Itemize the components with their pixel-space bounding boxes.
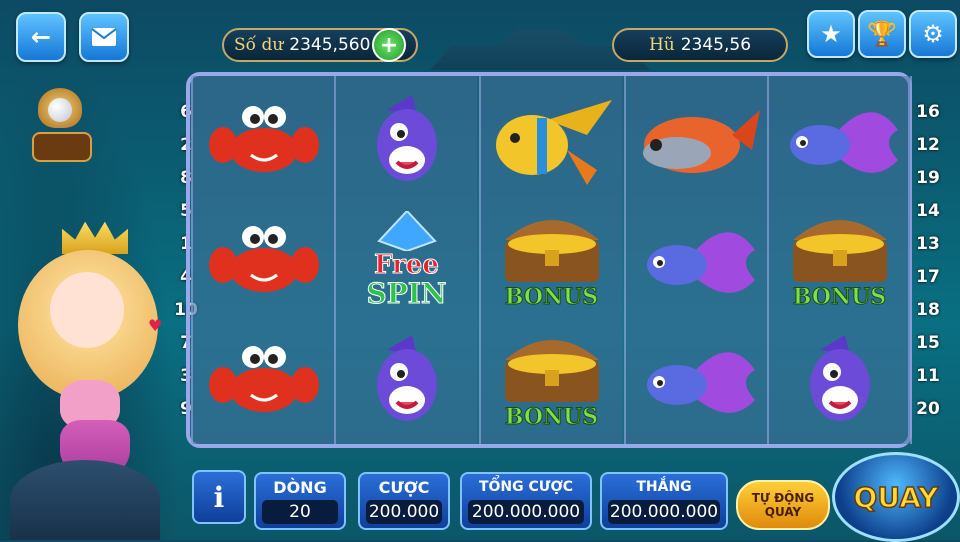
betta-fish-icon (789, 112, 898, 173)
free-label: Free (374, 250, 440, 280)
mail-icon (91, 28, 117, 46)
betta-fish-symbol (769, 82, 910, 198)
lines-value: 20 (262, 500, 338, 524)
crab-icon (208, 226, 319, 292)
heart-icon: ♥ (148, 316, 163, 335)
purple-fish-symbol (769, 322, 910, 438)
payline-number[interactable]: 11 (914, 360, 942, 393)
purple-fish-symbol (336, 322, 477, 438)
spin-label: SPIN (366, 277, 447, 310)
treasure-chest-icon (504, 220, 599, 282)
yellow-fish-symbol (481, 82, 622, 198)
bet-value: 200.000 (366, 500, 442, 524)
treasure-chest-icon (792, 220, 887, 282)
total-bet-value: 200.000.000 (468, 500, 584, 524)
betta-fish-symbol (626, 322, 767, 438)
jackpot-value: 2345,56 (680, 35, 752, 55)
bonus-label: BONUS (792, 284, 887, 311)
balance-value: 2345,560 (289, 35, 371, 55)
crab-symbol (193, 202, 334, 318)
red-fish-symbol (626, 82, 767, 198)
reel-5: BONUS (767, 76, 912, 444)
payline-number[interactable]: 20 (914, 393, 942, 426)
reel-1 (191, 76, 334, 444)
payline-number[interactable]: 17 (914, 261, 942, 294)
treasure-chest-icon (504, 340, 599, 402)
reel-4 (624, 76, 767, 444)
bet-selector[interactable]: CƯỢC 200.000 (358, 472, 450, 530)
bet-label: CƯỢC (378, 477, 430, 497)
payline-number[interactable]: 12 (914, 129, 942, 162)
spin-button[interactable]: QUAY (832, 452, 960, 542)
payline-number[interactable]: 19 (914, 162, 942, 195)
diamond-icon (376, 211, 437, 251)
spin-label: QUAY (853, 480, 939, 515)
bonus-chest-symbol: BONUS (481, 202, 622, 318)
pearl-shell-icon[interactable] (30, 88, 92, 164)
bonus-label: BONUS (504, 284, 599, 311)
win-value: 200.000.000 (608, 500, 720, 524)
reel-3: BONUS BONUS (479, 76, 622, 444)
back-button[interactable]: ← (16, 12, 66, 62)
win-label: THẮNG (636, 479, 692, 495)
star-icon: ★ (820, 20, 842, 48)
payline-number[interactable]: 15 (914, 327, 942, 360)
total-bet-label: TỔNG CƯỢC (478, 479, 573, 495)
favorite-button[interactable]: ★ (807, 10, 855, 58)
purple-fish-symbol (336, 82, 477, 198)
payline-number[interactable]: 16 (914, 96, 942, 129)
auto-spin-label-line2: QUAY (764, 505, 802, 519)
trophy-icon: 🏆 (867, 20, 897, 48)
settings-button[interactable]: ⚙ (909, 10, 957, 58)
crab-symbol (193, 322, 334, 438)
bonus-chest-symbol: BONUS (481, 322, 622, 438)
crown-icon (62, 221, 128, 254)
balance-label: Số dư (234, 35, 284, 55)
bonus-label: BONUS (504, 404, 599, 431)
balance-display: Số dư 2345,560 + (222, 28, 418, 62)
arrow-left-icon: ← (30, 23, 52, 51)
mail-button[interactable] (79, 12, 129, 62)
mermaid-character: ♥ (0, 210, 170, 540)
crab-symbol (193, 82, 334, 198)
betta-fish-icon (646, 232, 755, 293)
payline-number[interactable]: 14 (914, 195, 942, 228)
crab-icon (208, 106, 319, 172)
red-fish-icon (642, 110, 760, 173)
lines-label: DÒNG (273, 477, 327, 497)
leaderboard-button[interactable]: 🏆 (858, 10, 906, 58)
info-button[interactable]: i (192, 470, 246, 524)
plus-icon: + (379, 32, 399, 58)
payline-number[interactable]: 18 (914, 294, 942, 327)
purple-fish-icon (809, 335, 870, 421)
bonus-chest-symbol: BONUS (769, 202, 910, 318)
betta-fish-symbol (626, 202, 767, 318)
crab-icon (208, 346, 319, 412)
payline-number[interactable]: 13 (914, 228, 942, 261)
add-balance-button[interactable]: + (372, 28, 406, 62)
win-display: THẮNG 200.000.000 (600, 472, 728, 530)
gear-icon: ⚙ (922, 20, 944, 48)
reel-2: Free SPIN (334, 76, 477, 444)
free-spin-symbol: Free SPIN (336, 202, 477, 318)
info-icon: i (213, 480, 225, 514)
auto-spin-button[interactable]: TỰ ĐỘNG QUAY (736, 480, 830, 530)
yellow-fish-icon (495, 100, 612, 185)
betta-fish-icon (646, 352, 755, 413)
purple-fish-icon (376, 335, 437, 421)
jackpot-label: Hũ (648, 35, 675, 55)
payline-numbers-right: 16 12 19 14 13 17 18 15 11 20 (914, 96, 942, 426)
total-bet-display: TỔNG CƯỢC 200.000.000 (460, 472, 592, 530)
jackpot-display: Hũ 2345,56 (612, 28, 788, 62)
lines-selector[interactable]: DÒNG 20 (254, 472, 346, 530)
purple-fish-icon (376, 95, 437, 181)
auto-spin-label-line1: TỰ ĐỘNG (751, 491, 815, 505)
